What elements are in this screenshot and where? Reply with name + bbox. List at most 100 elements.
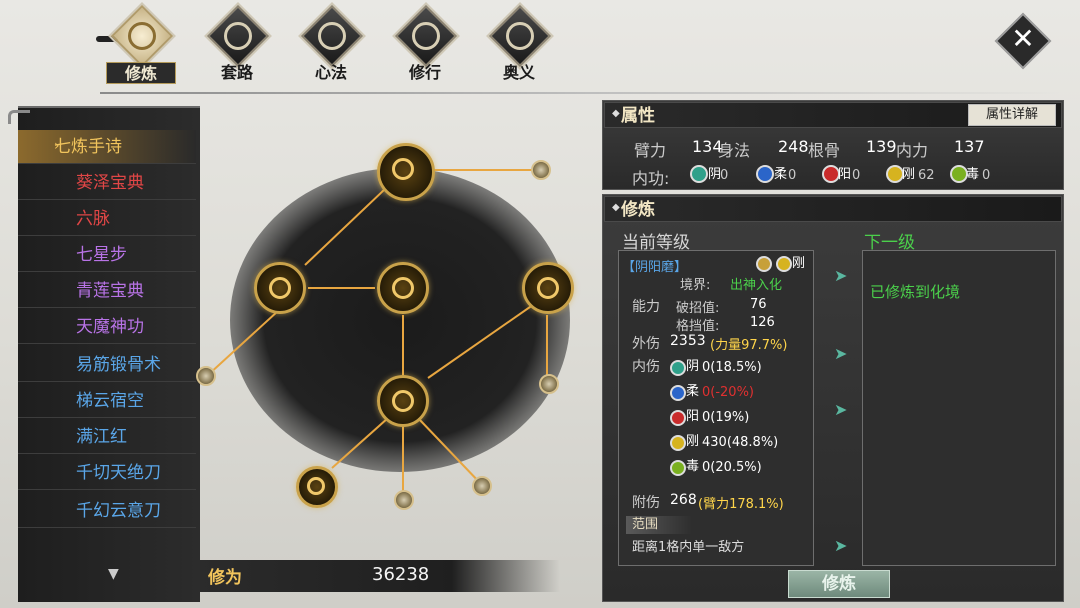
ability-label: 能力 <box>632 299 660 315</box>
attribute-detail-button[interactable]: 属性详解 <box>968 104 1056 126</box>
skill-node-icon <box>392 390 414 412</box>
realm-value: 出神入化 <box>730 278 783 293</box>
skill-node-icon <box>537 277 559 299</box>
realm-label: 境界: <box>680 278 711 293</box>
outer-damage-extra: (力量97.7%) <box>710 338 788 353</box>
next-level-text: 已修炼到化境 <box>870 283 961 301</box>
stat-label: 根骨 <box>808 141 841 160</box>
inner-element-value: 0(18.5%) <box>702 360 762 375</box>
locked-node[interactable] <box>196 366 216 386</box>
stat-label: 身法 <box>718 141 751 160</box>
inner-element-name: 毒 <box>686 459 700 474</box>
cultivation-icon <box>128 22 156 50</box>
stat-value: 139 <box>866 137 897 156</box>
tab-label: 修行 <box>408 63 441 82</box>
locked-node[interactable] <box>472 476 492 496</box>
skill-item[interactable]: 梯云宿空 <box>18 384 196 418</box>
stat-value: 248 <box>778 137 809 156</box>
inner-element-name: 柔 <box>686 384 700 399</box>
tab-practice[interactable]: 修行 <box>384 4 466 84</box>
close-button[interactable]: ✕ <box>994 12 1052 70</box>
skill-label: 青莲宝典 <box>76 281 144 301</box>
internal-value: 62 <box>918 168 935 183</box>
skill-label: 七星步 <box>76 245 127 265</box>
attach-damage-label: 附伤 <box>632 495 660 511</box>
tab-mind-method[interactable]: 心法 <box>290 4 372 84</box>
attach-damage-extra: (臂力178.1%) <box>698 497 784 512</box>
skill-node[interactable] <box>254 262 306 314</box>
yin-orb-icon <box>670 360 686 376</box>
cultivate-button[interactable]: 修炼 <box>788 570 890 598</box>
header-diamond-icon: ◆ <box>612 202 620 213</box>
stat-value: 137 <box>954 137 985 156</box>
routine-icon <box>224 22 252 50</box>
skill-item[interactable]: 天魔神功 <box>18 310 196 344</box>
locked-node[interactable] <box>539 374 559 394</box>
locked-node[interactable] <box>394 490 414 510</box>
skill-item[interactable]: 千切天绝刀 <box>18 456 196 490</box>
tab-cultivation[interactable]: 修炼 <box>100 4 182 84</box>
cultivation-points-label: 修为 <box>208 568 242 588</box>
outer-damage-value: 2353 <box>670 333 706 349</box>
tab-mystery[interactable]: 奥义 <box>478 4 560 84</box>
arrow-right-icon: ➤ <box>834 266 848 285</box>
tab-routine[interactable]: 套路 <box>196 4 278 84</box>
skill-item[interactable]: 易筋锻骨术 <box>18 348 196 382</box>
skill-item[interactable]: 六脉 <box>18 202 196 236</box>
skill-node[interactable] <box>377 262 429 314</box>
poison-orb-icon <box>670 460 686 476</box>
locked-node[interactable] <box>531 160 551 180</box>
practice-icon <box>412 22 440 50</box>
skill-label: 千切天绝刀 <box>76 463 161 483</box>
skill-label: 满江红 <box>76 427 127 447</box>
stat-label: 内力 <box>896 141 929 160</box>
internal-name: 毒 <box>966 167 980 182</box>
internal-value: 0 <box>720 168 729 183</box>
internal-value: 0 <box>852 168 861 183</box>
skill-item[interactable]: 千幻云意刀 <box>18 494 196 528</box>
outer-damage-label: 外伤 <box>632 336 660 352</box>
inner-element-value: 430(48.8%) <box>702 435 779 450</box>
range-value: 距离1格内单一敌方 <box>632 540 745 555</box>
internal-name: 柔 <box>774 167 788 182</box>
mystery-icon <box>506 22 534 50</box>
tab-label: 心法 <box>314 63 347 82</box>
skill-item[interactable]: 七炼手诗 <box>18 130 196 164</box>
skill-node-icon <box>269 277 291 299</box>
skill-label: 梯云宿空 <box>76 391 144 411</box>
inner-element-value: 0(20.5%) <box>702 460 762 475</box>
inner-damage-label: 内伤 <box>632 359 660 375</box>
tab-label: 修炼 <box>106 62 176 84</box>
skill-item[interactable]: 满江红 <box>18 420 196 454</box>
arrow-right-icon: ➤ <box>834 536 848 555</box>
skill-item[interactable]: 七星步 <box>18 238 196 272</box>
skill-node[interactable] <box>296 466 338 508</box>
skill-label: 葵泽宝典 <box>76 173 144 193</box>
header-diamond-icon: ◆ <box>612 108 620 119</box>
skill-node-icon <box>392 277 414 299</box>
skill-label: 七炼手诗 <box>54 137 122 157</box>
inner-element-name: 阳 <box>686 409 700 424</box>
soft-orb-icon <box>670 385 686 401</box>
cultivate-header: 修炼 <box>604 196 1062 222</box>
attach-damage-value: 268 <box>670 492 697 508</box>
skill-node[interactable] <box>377 143 435 201</box>
internal-name: 阳 <box>838 167 852 182</box>
internal-label: 内功: <box>632 169 670 188</box>
skill-item[interactable]: 葵泽宝典 <box>18 166 196 200</box>
internal-value: 0 <box>788 168 797 183</box>
ability-stat-value: 76 <box>750 297 767 312</box>
cultivate-title: 修炼 <box>621 200 655 220</box>
internal-value: 0 <box>982 168 991 183</box>
ability-stat-label: 破招值: <box>676 301 720 316</box>
inner-element-value: 0(-20%) <box>702 385 754 400</box>
inner-element-name: 刚 <box>686 434 700 449</box>
mind-method-icon <box>318 22 346 50</box>
panel-corner-ornament <box>8 110 30 124</box>
inner-element-name: 阴 <box>686 359 700 374</box>
range-label: 范围 <box>626 516 692 534</box>
skill-node[interactable] <box>522 262 574 314</box>
skill-node[interactable] <box>377 375 429 427</box>
skill-item[interactable]: 青莲宝典 <box>18 274 196 308</box>
scroll-down-icon[interactable]: ▼ <box>108 566 130 582</box>
